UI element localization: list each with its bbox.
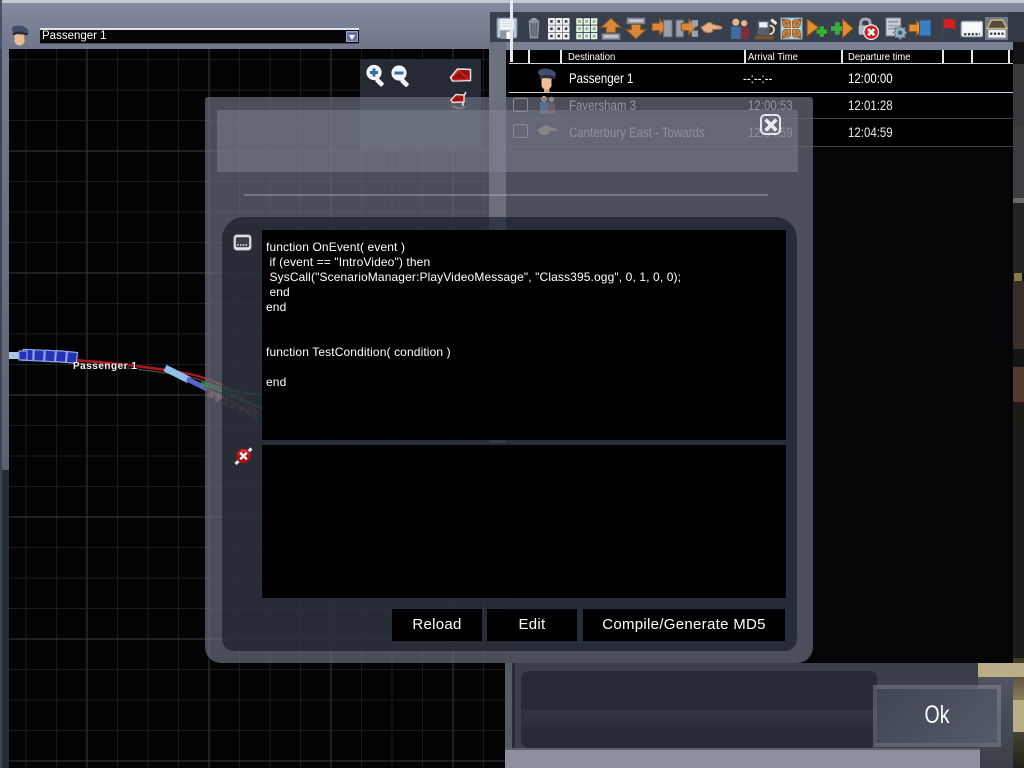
svg-text:Passenger 1: Passenger 1: [73, 361, 137, 372]
